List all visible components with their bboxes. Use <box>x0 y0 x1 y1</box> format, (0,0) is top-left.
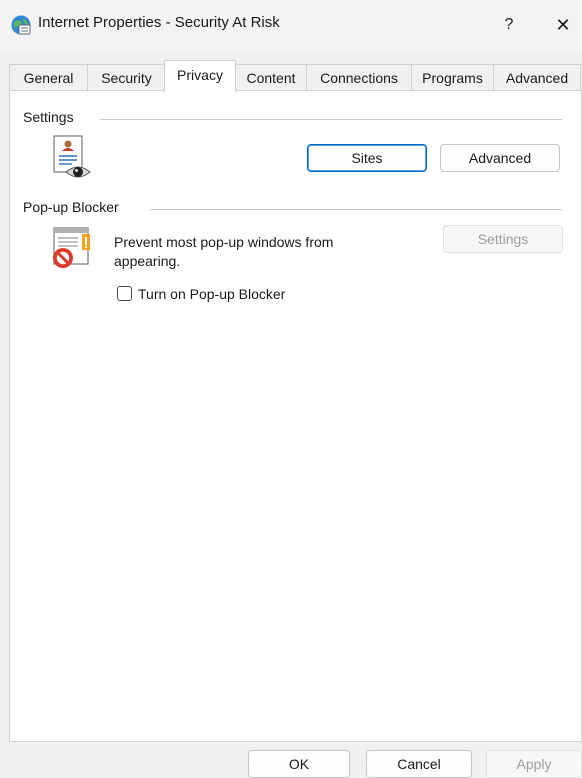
tab-programs[interactable]: Programs <box>411 64 494 91</box>
popup-blocker-checkbox-label[interactable]: Turn on Pop-up Blocker <box>138 286 285 302</box>
popup-description: Prevent most pop-up windows from appeari… <box>114 234 334 269</box>
tab-content[interactable]: Content <box>235 64 307 91</box>
tab-privacy[interactable]: Privacy <box>164 60 236 92</box>
close-button[interactable]: ✕ <box>548 10 578 40</box>
tab-advanced[interactable]: Advanced <box>493 64 581 91</box>
internet-globe-icon <box>10 14 32 36</box>
ok-button[interactable]: OK <box>248 750 350 778</box>
popup-blocker-checkbox[interactable] <box>117 286 132 301</box>
title-bar: Internet Properties - Security At Risk ?… <box>0 0 582 50</box>
tab-strip: General Security Privacy Content Connect… <box>9 60 582 92</box>
tab-connections[interactable]: Connections <box>306 64 412 91</box>
settings-group-label: Settings <box>23 109 80 125</box>
cancel-button[interactable]: Cancel <box>366 750 472 778</box>
apply-button[interactable]: Apply <box>486 750 582 778</box>
popup-group-divider <box>150 209 562 210</box>
tab-general[interactable]: General <box>9 64 88 91</box>
popup-group-label: Pop-up Blocker <box>23 199 125 215</box>
advanced-button[interactable]: Advanced <box>440 144 560 172</box>
popup-settings-button[interactable]: Settings <box>443 225 563 253</box>
privacy-tab-panel <box>9 90 582 742</box>
window-title: Internet Properties - Security At Risk <box>38 14 280 31</box>
privacy-document-eye-icon <box>52 134 98 182</box>
popup-blocked-icon <box>48 226 96 272</box>
sites-button[interactable]: Sites <box>307 144 427 172</box>
settings-group-divider <box>100 119 562 120</box>
tab-security[interactable]: Security <box>87 64 166 91</box>
help-button[interactable]: ? <box>494 10 524 40</box>
